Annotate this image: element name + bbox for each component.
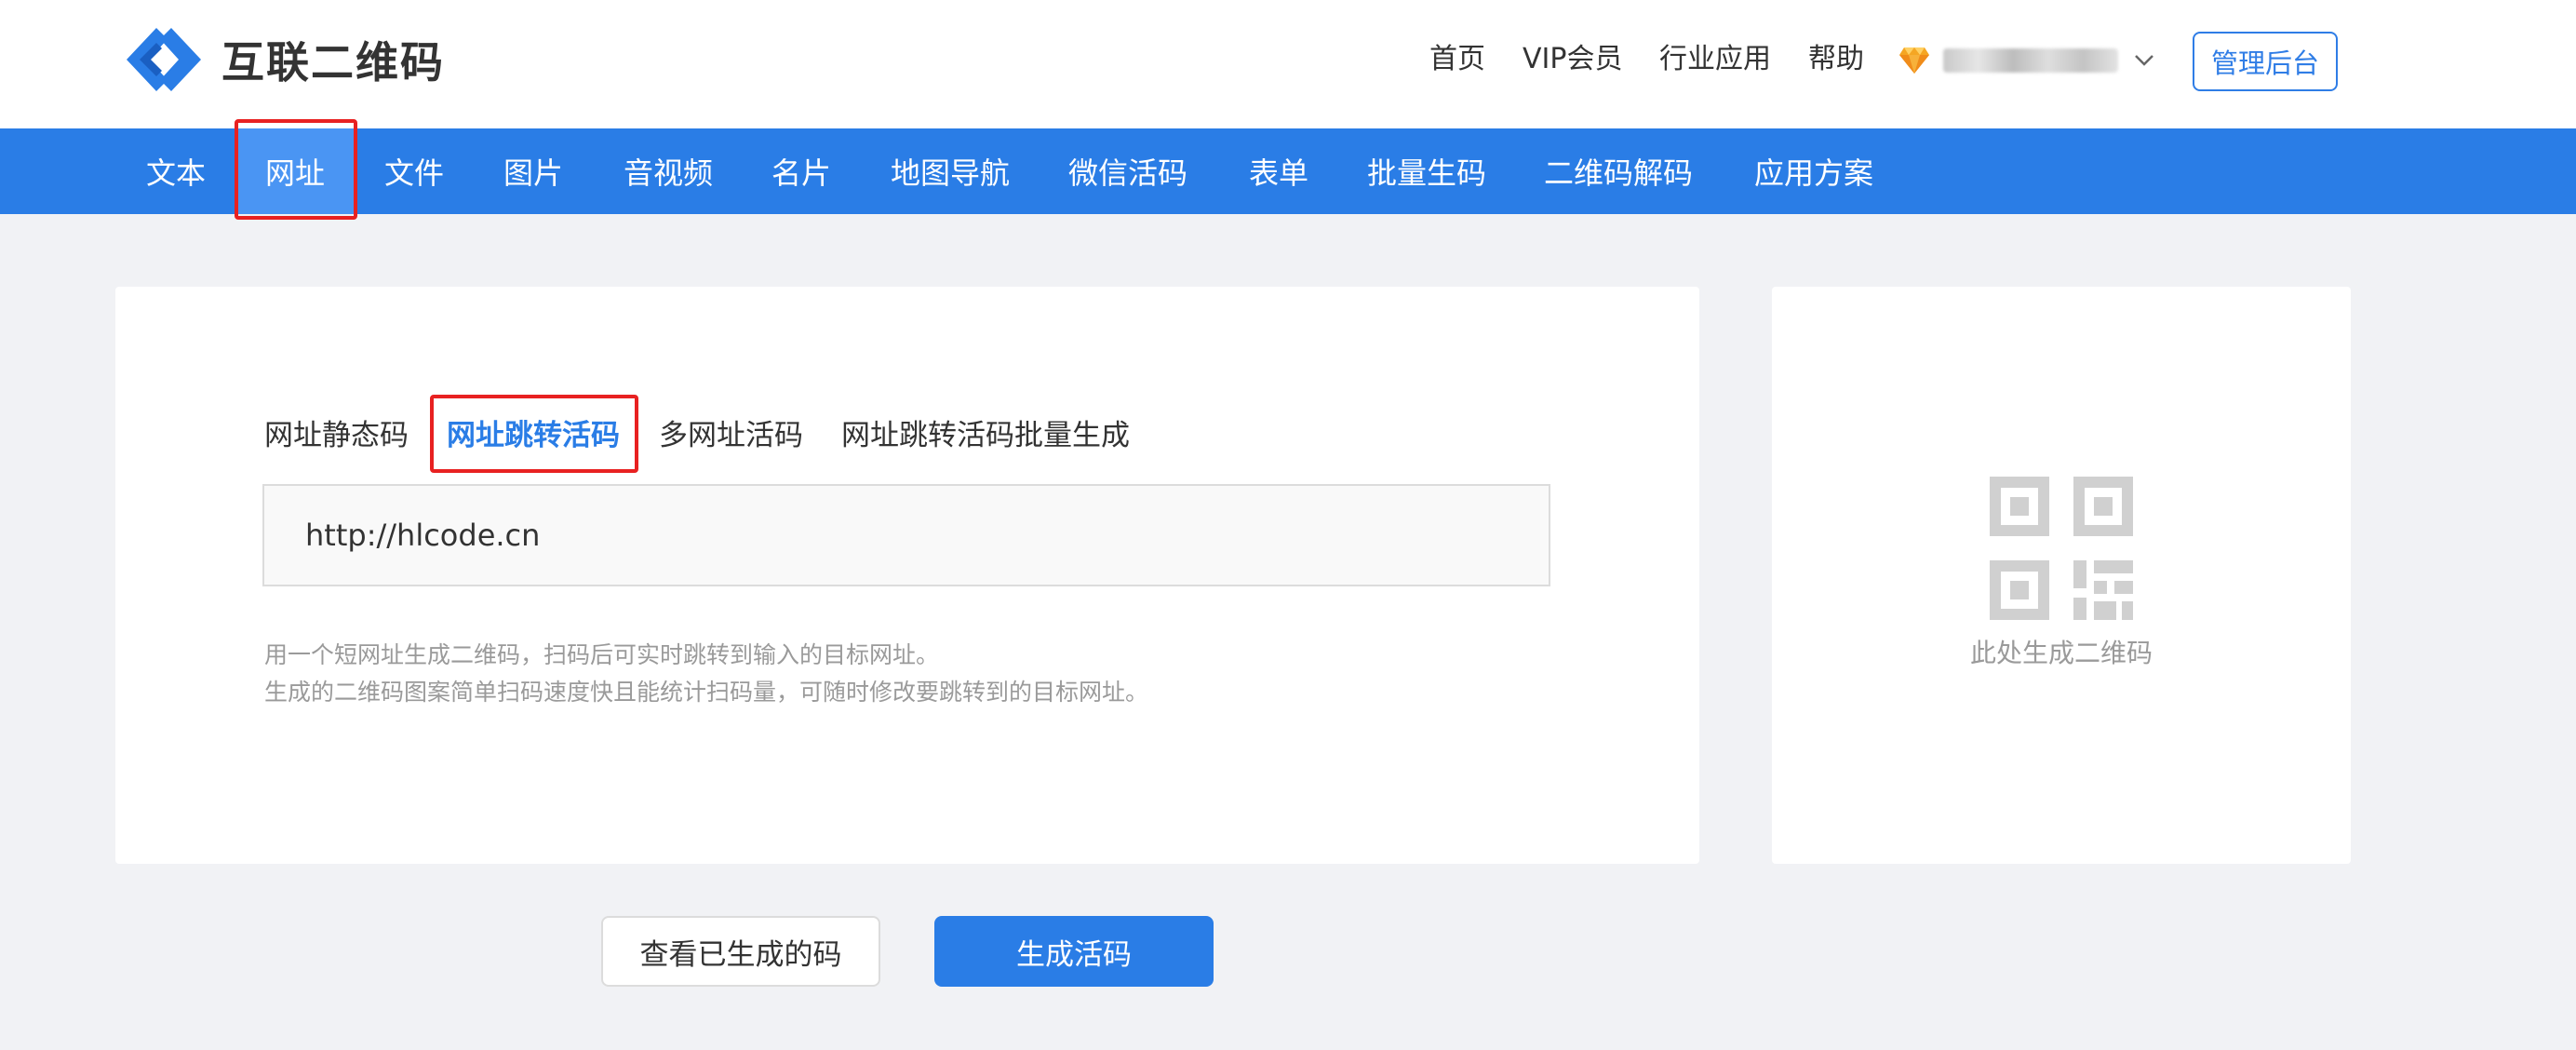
username-redacted	[1943, 48, 2118, 73]
nav-industry-link[interactable]: 行业应用	[1659, 41, 1771, 78]
generate-dynamic-code-button[interactable]: 生成活码	[934, 916, 1214, 987]
category-audio-video[interactable]: 音视频	[610, 128, 726, 214]
nav-home-link[interactable]: 首页	[1429, 41, 1485, 78]
tab-batch-redirect[interactable]: 网址跳转活码批量生成	[841, 413, 1130, 458]
top-header: 互联二维码 首页 VIP会员 行业应用 帮助 管理后台	[0, 0, 2576, 128]
url-input[interactable]	[262, 484, 1550, 586]
category-wechat-dynamic[interactable]: 微信活码	[1055, 128, 1201, 214]
site-logo[interactable]: 互联二维码	[119, 22, 445, 97]
chevron-down-icon[interactable]	[2133, 53, 2155, 68]
category-form[interactable]: 表单	[1232, 128, 1325, 214]
qr-placeholder-icon	[1990, 477, 2133, 620]
description-line-2: 生成的二维码图案简单扫码速度快且能统计扫码量，可随时修改要跳转到的目标网址。	[264, 679, 1149, 706]
category-business-card[interactable]: 名片	[752, 128, 851, 214]
logo-text: 互联二维码	[221, 37, 445, 88]
category-text[interactable]: 文本	[127, 128, 225, 214]
description-line-1: 用一个短网址生成二维码，扫码后可实时跳转到输入的目标网址。	[264, 641, 940, 668]
qr-placeholder-caption: 此处生成二维码	[1969, 638, 2153, 668]
category-image[interactable]: 图片	[484, 128, 583, 214]
admin-dashboard-button[interactable]: 管理后台	[2193, 32, 2338, 91]
category-solutions[interactable]: 应用方案	[1742, 128, 1885, 214]
user-menu[interactable]	[1898, 37, 2155, 84]
view-generated-codes-button[interactable]: 查看已生成的码	[601, 916, 880, 987]
tab-static-url[interactable]: 网址静态码	[264, 413, 409, 458]
category-batch-generate[interactable]: 批量生码	[1357, 128, 1496, 214]
vip-diamond-icon	[1899, 47, 1929, 74]
logo-icon	[127, 28, 201, 91]
nav-vip-link[interactable]: VIP会员	[1523, 41, 1622, 78]
category-qr-decode[interactable]: 二维码解码	[1530, 128, 1707, 214]
category-file[interactable]: 文件	[365, 128, 463, 214]
category-url[interactable]: 网址	[236, 128, 354, 214]
nav-help-link[interactable]: 帮助	[1808, 41, 1864, 78]
category-map-navigation[interactable]: 地图导航	[879, 128, 1022, 214]
tab-url-redirect-dynamic[interactable]: 网址跳转活码	[447, 413, 620, 458]
category-bar: 文本 网址 文件 图片 音视频 名片 地图导航 微信活码 表单 批量生码 二维码…	[0, 128, 2576, 214]
tab-multi-url-dynamic[interactable]: 多网址活码	[659, 413, 803, 458]
